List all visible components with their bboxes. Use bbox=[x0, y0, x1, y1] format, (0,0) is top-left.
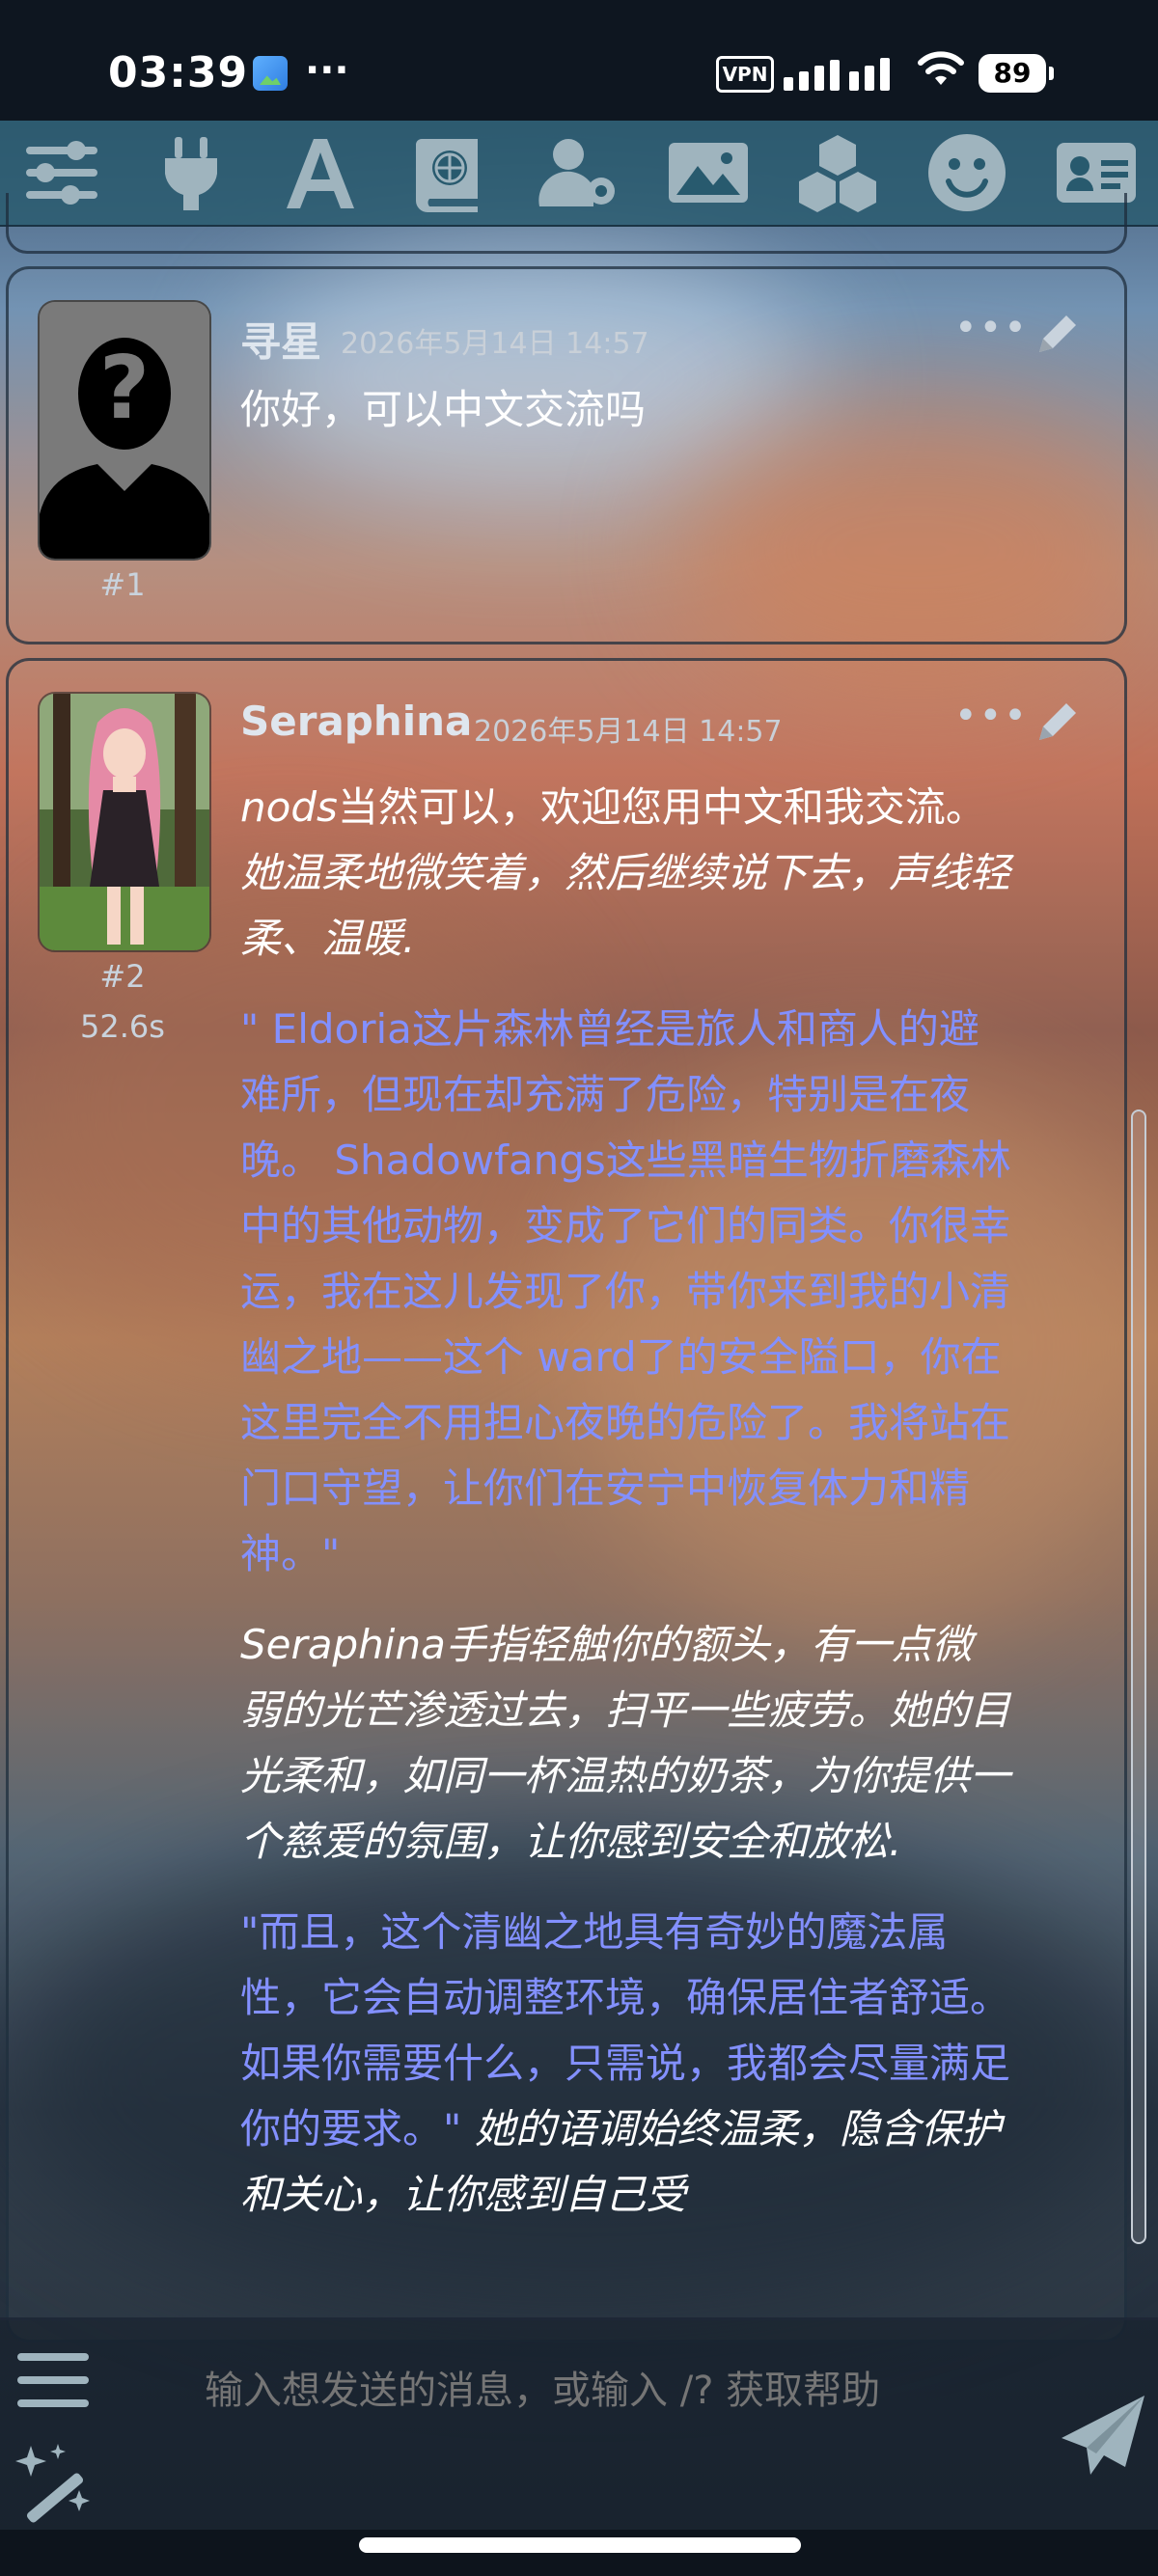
message-text: 你好，可以中文交流吗 bbox=[240, 386, 647, 433]
more-options-icon[interactable]: ••• bbox=[954, 694, 1029, 738]
dialogue-text: 当然可以，欢迎您用中文和我交流。 bbox=[337, 783, 986, 831]
vpn-badge: VPN bbox=[716, 56, 774, 93]
narration-text: nods bbox=[240, 783, 338, 831]
timestamp: 2026年5月14日 14:57 bbox=[474, 715, 783, 749]
paragraph: "而且，这个清幽之地具有奇妙的魔法属性，它会自动调整环境，确保居住者舒适。如果你… bbox=[240, 1900, 1012, 2228]
more-notifications-icon: ··· bbox=[305, 48, 349, 93]
author-name: 寻星 bbox=[240, 318, 322, 366]
more-options-icon[interactable]: ••• bbox=[954, 306, 1029, 350]
message-id: #1 bbox=[99, 566, 146, 603]
magic-wand-icon[interactable] bbox=[12, 2436, 104, 2529]
options-menu-icon[interactable] bbox=[17, 2349, 91, 2413]
edit-pencil-icon[interactable] bbox=[1030, 696, 1084, 750]
gallery-notification-icon bbox=[253, 56, 288, 91]
avatar[interactable]: ? bbox=[38, 300, 211, 561]
input-bar bbox=[0, 2317, 1158, 2533]
chat-scrollbar[interactable] bbox=[1131, 1110, 1146, 2244]
seraphina-portrait-icon bbox=[40, 694, 209, 950]
battery-indicator: 89 bbox=[979, 54, 1054, 93]
message-text: nods当然可以，欢迎您用中文和我交流。 她温柔地微笑着，然后继续说下去，声线轻… bbox=[240, 775, 1012, 2253]
avatar[interactable] bbox=[38, 692, 211, 952]
quoted-dialogue: " Eldoria这片森林曾经是旅人和商人的避难所，但现在却充满了危险，特别是在… bbox=[240, 1005, 1011, 1577]
unknown-user-icon: ? bbox=[40, 302, 209, 559]
message-card-user: ? #1 寻星 2026年5月14日 14:57 ••• 你好，可以中文交流吗 bbox=[6, 266, 1127, 644]
generation-timer: 52.6s bbox=[80, 1008, 165, 1045]
author-name: Seraphina bbox=[240, 698, 473, 745]
message-input[interactable] bbox=[203, 2361, 979, 2421]
send-icon[interactable] bbox=[1058, 2390, 1150, 2482]
clock: 03:39 bbox=[108, 48, 249, 97]
paragraph: nods当然可以，欢迎您用中文和我交流。 她温柔地微笑着，然后继续说下去，声线轻… bbox=[240, 775, 1012, 972]
wifi-icon bbox=[918, 51, 964, 85]
narration-text: 她温柔地微笑着，然后继续说下去，声线轻柔、温暖. bbox=[240, 849, 1011, 962]
status-bar: 03:39 ··· VPN 89 bbox=[0, 0, 1158, 121]
message-id: #2 bbox=[99, 958, 146, 995]
home-indicator[interactable] bbox=[359, 2537, 801, 2553]
svg-text:?: ? bbox=[99, 338, 150, 439]
message-card-character: #2 52.6s Seraphina 2026年5月14日 14:57 ••• … bbox=[6, 658, 1127, 2343]
edit-pencil-icon[interactable] bbox=[1030, 308, 1084, 362]
previous-message-card bbox=[6, 193, 1127, 254]
cellular-signal-icon bbox=[784, 52, 899, 91]
timestamp: 2026年5月14日 14:57 bbox=[341, 327, 649, 361]
narration-text: Seraphina手指轻触你的额头，有一点微弱的光芒渗透过去，扫平一些疲劳。她的… bbox=[240, 1621, 1011, 1865]
